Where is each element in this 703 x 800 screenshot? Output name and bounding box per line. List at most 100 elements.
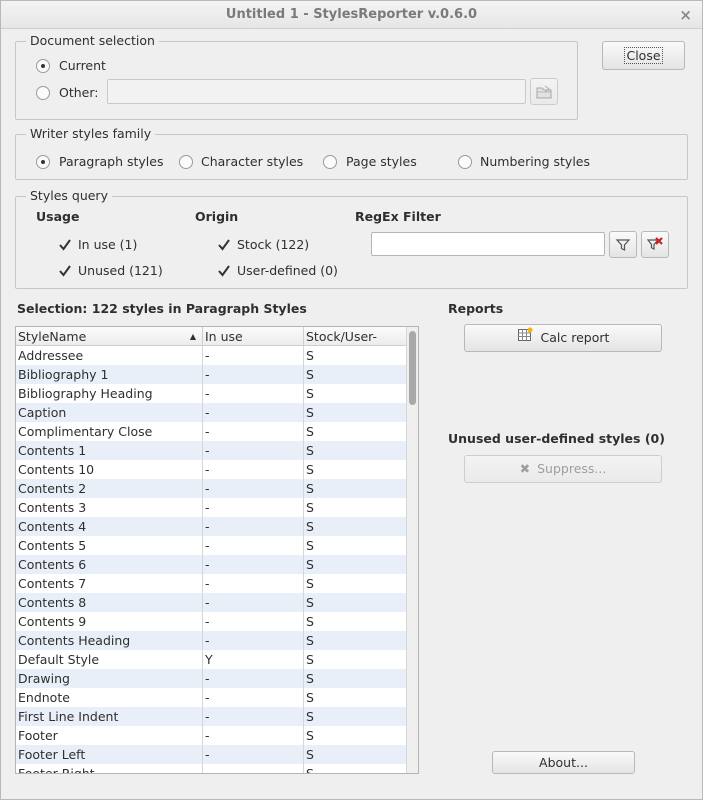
suppress-button[interactable]: ✖ Suppress... <box>464 455 662 483</box>
clear-filter-button[interactable] <box>641 231 669 258</box>
table-row[interactable]: Contents 3-S <box>16 498 406 517</box>
window-close-icon[interactable]: × <box>679 1 692 29</box>
usage-heading: Usage <box>36 209 80 224</box>
table-row[interactable]: Complimentary Close - S <box>16 422 406 441</box>
selection-summary: Selection: 122 styles in Paragraph Style… <box>17 301 307 316</box>
cell-stock-user: S <box>306 633 314 648</box>
cell-stock-user: S <box>306 462 314 477</box>
about-button[interactable]: About... <box>492 751 635 774</box>
table-row[interactable]: Contents 1-S <box>16 441 406 460</box>
stock-checkbox[interactable] <box>217 238 231 252</box>
unused-checkbox[interactable] <box>58 264 72 278</box>
user-defined-checkbox[interactable] <box>217 264 231 278</box>
table-row[interactable]: Footer Left - S <box>16 745 406 764</box>
apply-filter-button[interactable] <box>609 231 637 258</box>
cell-stock-user: S <box>306 766 314 774</box>
cell-stock-user: S <box>306 747 314 762</box>
cell-in-use: - <box>203 346 304 365</box>
about-label: About... <box>539 755 588 770</box>
character-styles-radio[interactable] <box>179 155 193 169</box>
cell-stock-user: S <box>306 557 314 572</box>
cell-stock-user: S <box>306 367 314 382</box>
character-styles-label: Character styles <box>201 154 304 169</box>
delete-x-icon: ✖ <box>519 461 531 476</box>
spreadsheet-icon <box>517 326 533 352</box>
table-row[interactable]: Contents 9-S <box>16 612 406 631</box>
cell-style-name: Drawing <box>16 669 203 688</box>
cell-in-use: - <box>203 726 304 745</box>
table-row[interactable]: Addressee - S <box>16 346 406 365</box>
cell-style-name: Contents 3 <box>16 498 203 517</box>
cell-in-use: - <box>203 631 304 650</box>
other-document-field[interactable] <box>107 79 526 104</box>
table-row[interactable]: Default Style Y S <box>16 650 406 669</box>
table-row[interactable]: Contents 5-S <box>16 536 406 555</box>
table-row[interactable]: Caption - S <box>16 403 406 422</box>
table-row[interactable]: Bibliography Heading - S <box>16 384 406 403</box>
close-button-label: Close <box>624 47 663 64</box>
table-row[interactable]: First Line Indent - S <box>16 707 406 726</box>
table-row[interactable]: Contents 7-S <box>16 574 406 593</box>
table-row[interactable]: Contents 8-S <box>16 593 406 612</box>
stock-label: Stock (122) <box>237 237 310 252</box>
cell-stock-user: S <box>306 424 314 439</box>
cell-style-name: Addressee <box>16 346 203 365</box>
filter-icon <box>615 239 631 256</box>
table-row[interactable]: Contents Heading - S <box>16 631 406 650</box>
cell-in-use: - <box>203 764 304 773</box>
cell-style-name: Bibliography 1 <box>16 365 203 384</box>
cell-in-use: - <box>203 574 304 593</box>
column-header-in-use[interactable]: In use <box>203 327 304 346</box>
table-row[interactable]: Endnote - S <box>16 688 406 707</box>
table-body: Addressee - S Bibliography 1- S Bibliography … <box>16 346 406 774</box>
cell-style-name: Default Style <box>16 650 203 669</box>
column-header-stylename[interactable]: StyleName ▲ <box>16 327 203 346</box>
scrollbar-thumb[interactable] <box>409 331 416 405</box>
cell-in-use: - <box>203 517 304 536</box>
column-header-stock-user[interactable]: Stock/User-defined <box>304 327 406 346</box>
cell-stock-user: S <box>306 500 314 515</box>
paragraph-styles-radio[interactable] <box>36 155 50 169</box>
cell-in-use: - <box>203 479 304 498</box>
cell-stock-user: S <box>306 481 314 496</box>
cell-stock-user: S <box>306 614 314 629</box>
styles-query-title: Styles query <box>26 188 112 204</box>
styles-family-title: Writer styles family <box>26 126 156 142</box>
table-row[interactable]: Contents 4-S <box>16 517 406 536</box>
table-row[interactable]: Footer - S <box>16 726 406 745</box>
in-use-label: In use (1) <box>78 237 138 252</box>
table-row[interactable]: Contents 6-S <box>16 555 406 574</box>
numbering-styles-radio[interactable] <box>458 155 472 169</box>
in-use-checkbox[interactable] <box>58 238 72 252</box>
cell-style-name: Bibliography Heading <box>16 384 203 403</box>
close-button[interactable]: Close <box>602 41 685 70</box>
cell-in-use: - <box>203 422 304 441</box>
table-row[interactable]: Contents 10- S <box>16 460 406 479</box>
calc-report-label: Calc report <box>540 330 610 345</box>
cell-style-name: Contents 9 <box>16 612 203 631</box>
cell-in-use: - <box>203 555 304 574</box>
table-row[interactable]: Bibliography 1-S <box>16 365 406 384</box>
reports-heading: Reports <box>448 301 504 316</box>
page-styles-radio[interactable] <box>323 155 337 169</box>
cell-stock-user: S <box>306 709 314 724</box>
cell-in-use: - <box>203 498 304 517</box>
table-vertical-scrollbar[interactable] <box>406 327 418 773</box>
cell-style-name: Endnote <box>16 688 203 707</box>
regex-filter-input[interactable] <box>371 232 605 256</box>
table-header: StyleName ▲ In use Stock/User-defined <box>16 327 406 346</box>
cell-style-name: Footer <box>16 726 203 745</box>
cell-in-use: - <box>203 612 304 631</box>
regex-filter-heading: RegEx Filter <box>355 209 441 224</box>
cell-in-use: - <box>203 745 304 764</box>
cell-style-name: Contents 1 <box>16 441 203 460</box>
unused-user-defined-heading: Unused user-defined styles (0) <box>448 431 665 446</box>
table-row[interactable]: Drawing - S <box>16 669 406 688</box>
other-radio[interactable] <box>36 86 50 100</box>
table-row[interactable]: Footer Right - S <box>16 764 406 774</box>
table-row[interactable]: Contents 2-S <box>16 479 406 498</box>
calc-report-button[interactable]: Calc report <box>464 324 662 352</box>
current-radio[interactable] <box>36 59 50 73</box>
browse-document-button[interactable] <box>530 78 558 105</box>
styles-table: StyleName ▲ In use Stock/User-defined Ad… <box>15 326 419 774</box>
